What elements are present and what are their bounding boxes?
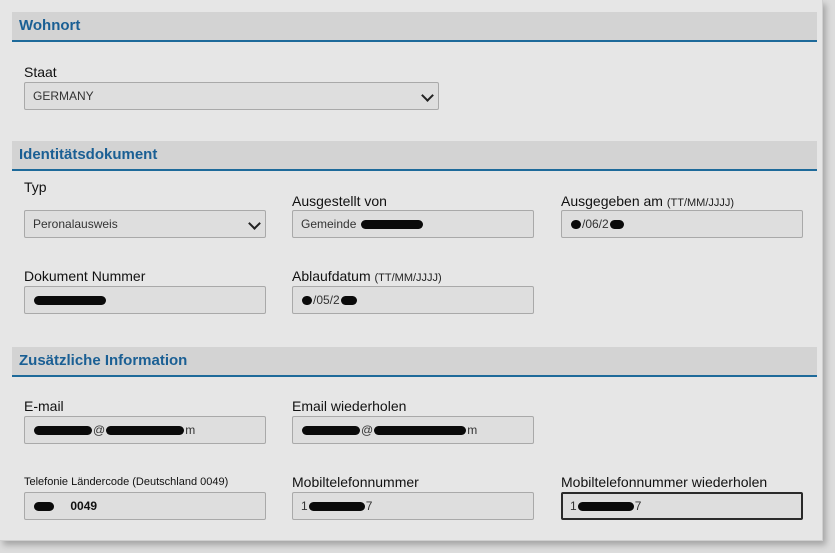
issued-on-value: /06/2 (582, 217, 609, 231)
issued-by-value: Gemeinde (301, 217, 357, 231)
doc-type-label: Typ (24, 179, 47, 195)
issued-on-field[interactable]: /06/2 (561, 210, 803, 238)
chevron-down-icon (421, 89, 434, 102)
mobile-repeat-value: 1 (570, 499, 577, 513)
section-header-identity: Identitätsdokument (12, 141, 817, 171)
doc-type-select[interactable]: Peronalausweis (24, 210, 266, 238)
mobile-tail: 7 (365, 499, 373, 513)
email-repeat-field[interactable]: @ m (292, 416, 534, 444)
mobile-value: 1 (301, 499, 308, 513)
mobile-repeat-field[interactable]: 17 (561, 492, 803, 520)
redaction-mark (374, 426, 467, 436)
redaction-mark (34, 426, 92, 436)
mobile-field[interactable]: 17 (292, 492, 534, 520)
doc-number-label: Dokument Nummer (24, 268, 146, 284)
redaction-mark (609, 220, 624, 230)
expiry-hint: (TT/MM/JJJJ) (374, 272, 442, 284)
phone-code-value: 0049 (70, 499, 98, 513)
doc-number-field[interactable] (24, 286, 266, 314)
issued-on-hint: (TT/MM/JJJJ) (666, 197, 735, 209)
mobile-repeat-tail: 7 (634, 499, 642, 513)
redaction-mark (308, 502, 365, 512)
expiry-value: /05/2 (313, 293, 340, 307)
email-tail: m (185, 423, 196, 437)
email-repeat-value: @ (361, 423, 374, 437)
mobile-repeat-label: Mobiltelefonnummer wiederholen (561, 474, 768, 490)
section-title-additional: Zusätzliche Information (19, 352, 188, 369)
country-select[interactable]: GERMANY (24, 82, 439, 110)
redaction-mark (106, 426, 185, 436)
redaction-mark (34, 296, 106, 306)
section-header-additional: Zusätzliche Information (12, 347, 817, 377)
email-label: E-mail (24, 398, 64, 414)
section-title-identity: Identitätsdokument (19, 146, 158, 163)
expiry-label: Ablaufdatum (TT/MM/JJJJ) (292, 268, 442, 284)
redaction-mark (360, 220, 423, 230)
email-value: @ (93, 423, 106, 437)
redaction-mark (302, 426, 360, 436)
phone-code-label: Telefonie Ländercode (Deutschland 0049) (24, 476, 229, 488)
redaction-mark (34, 502, 54, 512)
expiry-field[interactable]: /05/2 (292, 286, 534, 314)
issued-on-label: Ausgegeben am (TT/MM/JJJJ) (561, 193, 734, 209)
expiry-label-text: Ablaufdatum (292, 268, 371, 284)
redaction-mark (302, 296, 312, 306)
form-panel: Wohnort Staat GERMANY Identitätsdokument… (0, 0, 823, 541)
section-title-residence: Wohnort (19, 17, 81, 34)
issued-by-label: Ausgestellt von (292, 193, 387, 209)
email-repeat-label: Email wiederholen (292, 398, 407, 414)
redaction-mark (571, 220, 581, 230)
country-value: GERMANY (33, 89, 94, 103)
doc-type-value: Peronalausweis (33, 217, 118, 231)
chevron-down-icon (248, 217, 261, 230)
issued-on-label-text: Ausgegeben am (561, 193, 663, 209)
issued-by-field[interactable]: Gemeinde (292, 210, 534, 238)
mobile-label: Mobiltelefonnummer (292, 474, 419, 490)
section-header-residence: Wohnort (12, 12, 817, 42)
email-repeat-tail: m (467, 423, 478, 437)
redaction-mark (340, 296, 357, 306)
redaction-mark (577, 502, 634, 512)
phone-code-field[interactable]: 0049 (24, 492, 266, 520)
email-field[interactable]: @ m (24, 416, 266, 444)
country-label: Staat (24, 64, 57, 80)
